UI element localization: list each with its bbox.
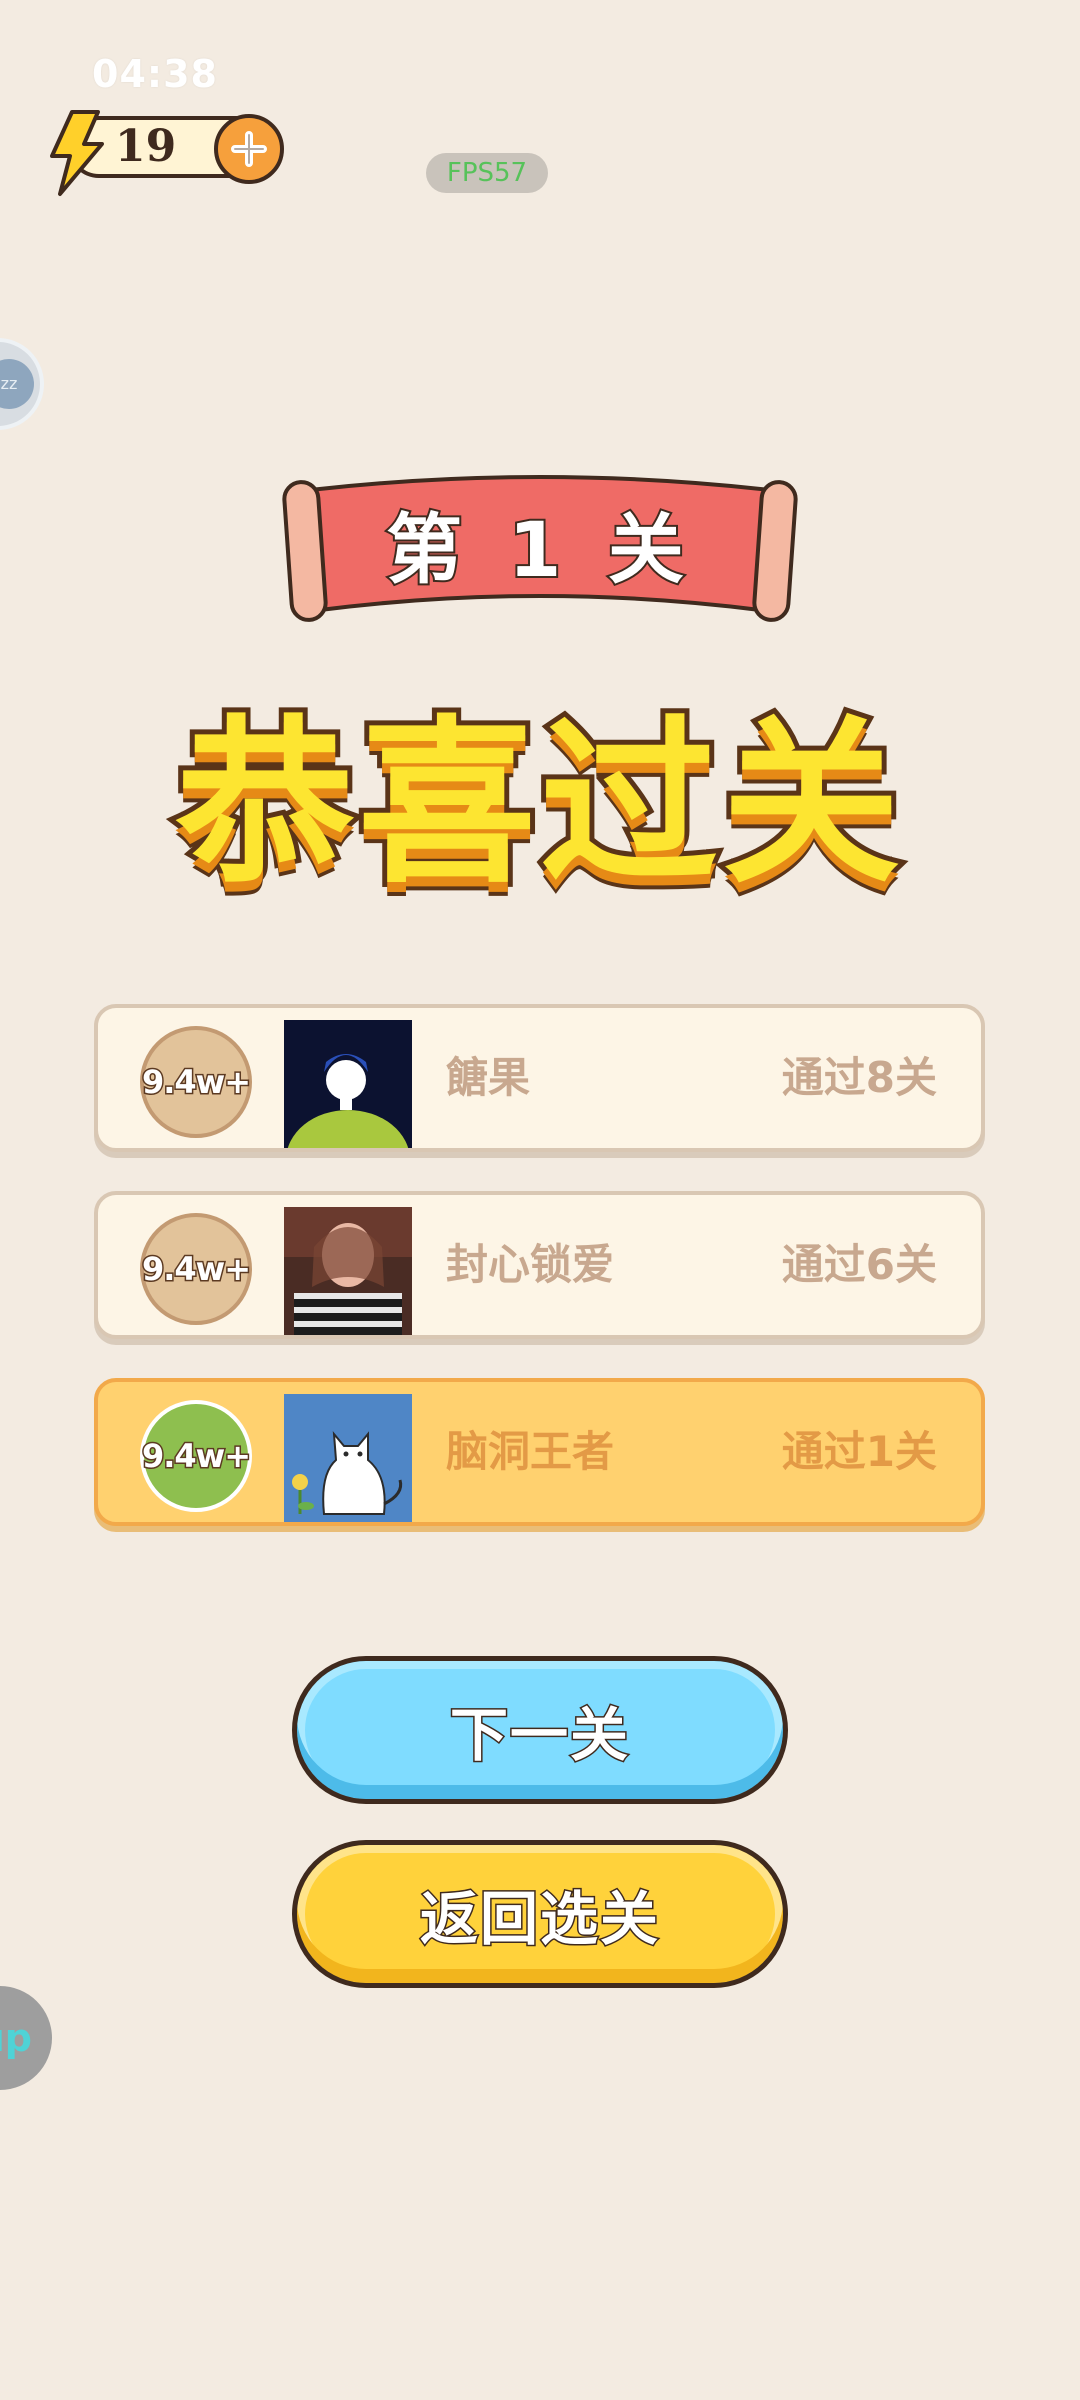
up-label: up	[0, 2016, 32, 2060]
rank-row-current-player: 9.4w+ 脑洞王者 通过1关	[94, 1378, 985, 1526]
next-level-button[interactable]: 下一关	[292, 1656, 788, 1804]
back-to-level-select-button[interactable]: 返回选关	[292, 1840, 788, 1988]
player-name: 餹果	[446, 1053, 531, 1102]
rank-row: 9.4w+ 餹果 通过8关	[94, 1004, 985, 1152]
avatar	[284, 1020, 412, 1148]
sleep-icon: zz	[0, 359, 34, 409]
rank-row: 9.4w+ 封心锁爱 通过6关	[94, 1191, 985, 1339]
lightning-icon	[42, 108, 112, 198]
player-count-badge: 9.4w+	[140, 1400, 253, 1512]
levels-passed: 通过1关	[781, 1427, 937, 1476]
player-count-badge: 9.4w+	[140, 1213, 253, 1325]
player-count-badge: 9.4w+	[140, 1026, 253, 1138]
level-complete-title: 恭喜过关	[171, 695, 905, 912]
levels-passed: 通过6关	[781, 1240, 937, 1289]
plus-icon	[231, 131, 267, 167]
avatar	[284, 1207, 412, 1335]
add-energy-button[interactable]	[214, 114, 284, 184]
player-name: 封心锁爱	[446, 1240, 615, 1289]
floating-up-button[interactable]: up	[0, 1986, 52, 2090]
status-time: 04:38	[92, 52, 218, 96]
energy-count: 19	[115, 121, 177, 172]
level-label: 第 1 关	[384, 503, 694, 596]
floating-sleep-button[interactable]: zz	[0, 338, 44, 430]
player-name: 脑洞王者	[446, 1427, 615, 1476]
levels-passed: 通过8关	[781, 1053, 937, 1102]
avatar	[284, 1394, 412, 1522]
fps-indicator: FPS57	[426, 153, 548, 193]
